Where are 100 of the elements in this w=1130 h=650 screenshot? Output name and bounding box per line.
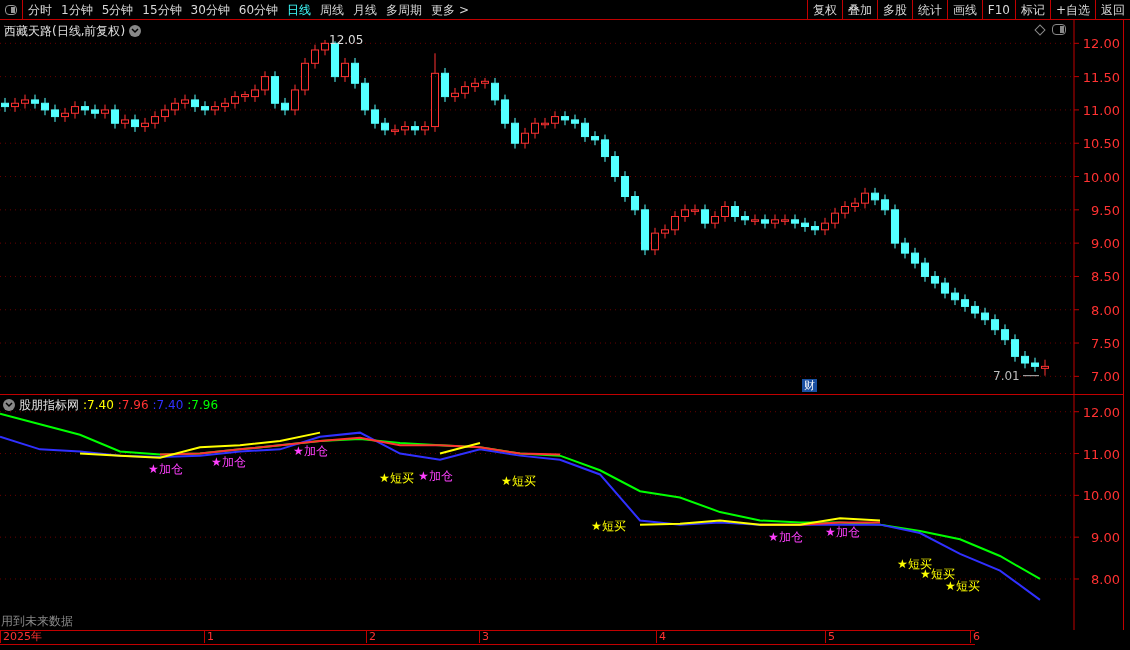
candlestick [351,57,359,90]
toolbar-button[interactable]: 统计 [911,0,947,19]
toolbar-button[interactable]: F10 [981,0,1015,19]
axis-label: 12.00 [1082,36,1120,52]
axis-label: 7.00 [1091,369,1120,385]
candlestick [931,270,939,289]
axis-label: 12.00 [1082,404,1120,420]
date-axis-label: 2 [366,630,376,643]
panel-toggle-icon[interactable] [1052,24,1066,35]
candlestick [1041,359,1049,377]
candlestick [451,87,459,103]
toolbar-button[interactable]: 画线 [946,0,982,19]
toolbar-button[interactable]: 返回 [1095,0,1130,19]
period-tab[interactable]: 分时 [28,0,52,19]
toolbar-button[interactable]: 标记 [1014,0,1050,19]
high-price-label: 12.05 [329,33,364,47]
candlestick [581,117,589,143]
candlestick [971,300,979,319]
candlestick [241,90,249,103]
candlestick [91,104,99,120]
candlestick [261,70,269,96]
axis-label: 8.00 [1091,302,1120,318]
candlestick [151,110,159,130]
candlestick [231,90,239,110]
candlestick [461,80,469,100]
candlestick [611,150,619,183]
signal-label: ★加仓 [293,444,328,458]
candlestick [51,104,59,123]
candlestick [481,77,489,90]
candlestick [841,200,849,219]
candlestick [961,293,969,313]
candlestick [21,94,29,110]
period-tab[interactable]: 5分钟 [101,0,134,19]
candlestick [911,247,919,269]
candlestick [291,84,299,116]
candlestick [501,94,509,130]
period-tab[interactable]: 周线 [320,0,345,19]
candlestick [621,170,629,203]
chevron-down-icon[interactable] [129,25,142,37]
candlestick [511,117,519,150]
candlestick [711,210,719,229]
signal-label: ★短买 [945,579,980,593]
candlestick [991,313,999,336]
period-tab[interactable]: 更多 > [431,0,469,19]
candlestick [851,197,859,213]
period-tab[interactable]: 多周期 [386,0,423,19]
chevron-down-icon[interactable] [3,399,15,411]
candlestick [721,200,729,223]
toolbar-button[interactable]: 多股 [876,0,912,19]
candlestick [1001,323,1009,346]
candlestick [131,114,139,133]
indicator-value: :7.40 [83,397,114,414]
axis-label: 7.50 [1091,336,1120,352]
signal-label: ★短买 [897,557,932,571]
candlestick [161,104,169,123]
candlestick [1021,350,1029,369]
future-data-note: 用到未来数据 [1,614,73,628]
signal-label: ★加仓 [768,530,803,544]
panel-toggle-icon [5,4,17,15]
signal-label: ★短买 [501,474,536,488]
candlestick [781,214,789,226]
candlestick [391,124,399,136]
candlestick [801,217,809,233]
candlestick [31,94,39,110]
low-price-label: 7.01 [993,368,1040,383]
signal-label: ★短买 [591,519,626,533]
period-tab[interactable]: 15分钟 [142,0,182,19]
candlestick [681,204,689,223]
toolbar-button[interactable]: 复权 [806,0,842,19]
candlestick [121,114,129,130]
date-axis-label: 3 [479,630,489,643]
candlestick [691,204,699,216]
candlestick [141,117,149,133]
axis-label: 10.50 [1082,136,1120,152]
candlestick [111,104,119,130]
candlestick [341,57,349,83]
candlestick [551,110,559,130]
candlestick [751,214,759,226]
period-tab[interactable]: 30分钟 [190,0,230,19]
indicator-value: :7.96 [117,397,149,414]
candlestick [311,44,319,70]
toolbar-button[interactable]: +自选 [1049,0,1095,19]
axis-label: 11.50 [1082,69,1120,85]
candlestick [251,84,259,103]
indicator-value: :7.40 [152,397,184,414]
period-tab[interactable]: 月线 [353,0,378,19]
date-axis-label: 1 [204,630,214,643]
candlestick [891,204,899,249]
signal-label: ★加仓 [418,469,453,483]
period-tab[interactable]: 日线 [287,0,312,19]
event-badge[interactable]: 财 [802,379,817,392]
candlestick [211,100,219,116]
toolbar-button[interactable]: 叠加 [841,0,877,19]
period-tab[interactable]: 1分钟 [61,0,93,19]
candlestick [371,104,379,130]
candlestick [981,307,989,326]
period-tab[interactable]: 60分钟 [238,0,279,19]
candlestick [651,227,659,256]
candlestick [281,97,289,116]
candlestick [861,187,869,209]
